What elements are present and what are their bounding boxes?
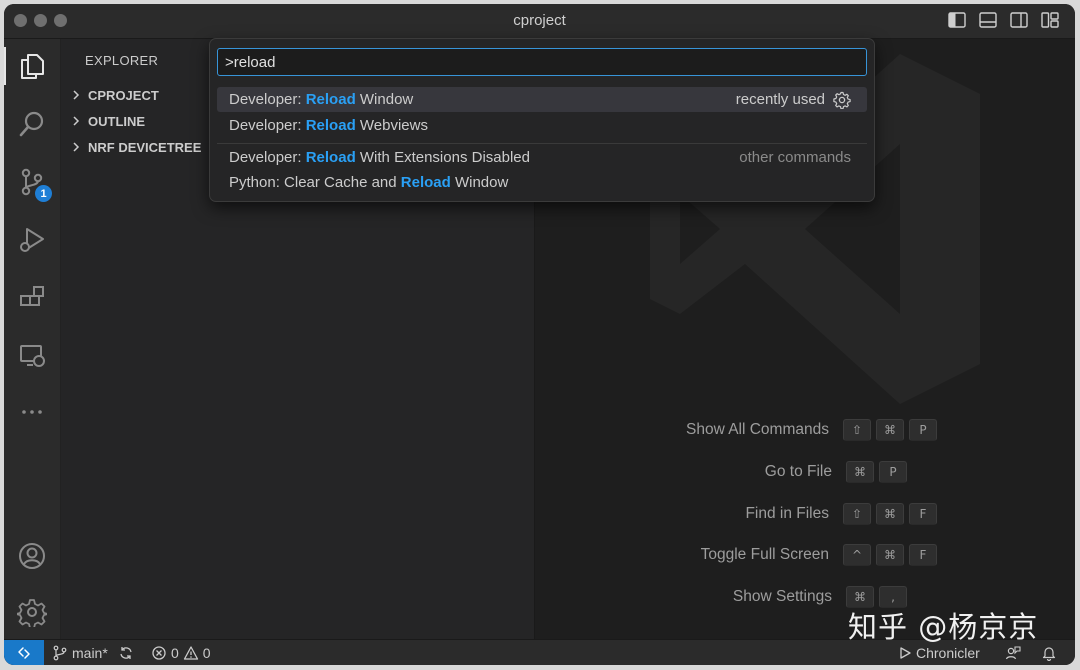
accounts-activity[interactable]: [4, 533, 60, 579]
hint-show-all-commands: Show All Commands ⇧ ⌘ P: [686, 418, 1075, 442]
git-branch-icon: [53, 645, 67, 661]
search-activity[interactable]: [4, 101, 60, 147]
hint-label: Toggle Full Screen: [700, 546, 829, 563]
extensions-icon: [20, 286, 44, 306]
more-icon: [22, 410, 42, 414]
command-palette-input[interactable]: [217, 48, 867, 76]
quick-pick-label: Developer: Reload With Extensions Disabl…: [229, 149, 530, 166]
files-icon: [21, 54, 44, 79]
keycap: ⇧: [843, 503, 871, 525]
quick-pick-item[interactable]: Developer: Reload With Extensions Disabl…: [217, 145, 867, 170]
section-label: NRF DEVICETREE: [88, 139, 202, 155]
section-nrf-devicetree[interactable]: NRF DEVICETREE: [69, 136, 209, 158]
account-icon: [19, 543, 45, 569]
error-count: 0: [171, 645, 179, 661]
keycap: F: [909, 503, 937, 525]
settings-gear-icon: [17, 599, 47, 627]
branch-status[interactable]: main*: [52, 640, 108, 665]
error-icon: [152, 646, 166, 660]
quick-pick-label: Developer: Reload Window: [229, 91, 414, 108]
play-outline-icon: [900, 647, 911, 659]
section-outline[interactable]: OUTLINE: [69, 110, 209, 132]
chronicler-label: Chronicler: [916, 645, 980, 661]
section-label: CPROJECT: [88, 87, 159, 103]
toggle-primary-sidebar-icon[interactable]: [948, 12, 966, 28]
manage-activity[interactable]: [4, 589, 60, 635]
extensions-activity[interactable]: [4, 275, 60, 321]
problems-status[interactable]: 0 0: [151, 640, 211, 665]
keycap: F: [909, 544, 937, 566]
configure-keybinding-gear-icon[interactable]: [833, 91, 851, 109]
explorer-activity[interactable]: [4, 43, 60, 89]
hint-label: Show Settings: [732, 588, 832, 605]
section-label: OUTLINE: [88, 113, 146, 129]
warning-count: 0: [202, 645, 211, 661]
quick-pick-separator: [217, 143, 867, 144]
toggle-secondary-sidebar-icon[interactable]: [1010, 12, 1028, 28]
window-title: cproject: [513, 12, 566, 29]
more-activity[interactable]: [4, 389, 60, 435]
hint-label: Go to File: [764, 463, 832, 480]
keycap: ⌘: [876, 419, 904, 441]
chevron-right-icon: [73, 116, 80, 126]
hint-label: Show All Commands: [685, 421, 829, 438]
keycap: ^: [843, 544, 871, 566]
keycap: P: [879, 461, 907, 483]
search-icon: [19, 111, 44, 137]
remote-explorer-icon: [20, 345, 45, 367]
quick-pick-item[interactable]: Python: Clear Cache and Reload Window: [217, 170, 867, 195]
keycap: ⌘: [876, 544, 904, 566]
recently-used-label: recently used: [735, 91, 825, 108]
other-commands-label: other commands: [739, 149, 851, 166]
quick-pick-label: Python: Clear Cache and Reload Window: [229, 174, 509, 191]
remote-explorer-activity[interactable]: [4, 333, 60, 379]
zhihu-watermark: 知乎 @杨京京: [848, 610, 1039, 644]
source-control-activity[interactable]: 1: [4, 159, 60, 205]
hint-label: Find in Files: [745, 505, 829, 522]
quick-pick-label: Developer: Reload Webviews: [229, 117, 428, 134]
source-control-badge: 1: [35, 185, 52, 202]
warning-icon: [183, 646, 198, 660]
run-debug-icon: [20, 228, 44, 252]
keycap: ⇧: [843, 419, 871, 441]
vscode-window: cproject 1 EXPLORER CPROJECT OUTLINE NRF…: [4, 4, 1075, 665]
chevron-right-icon: [73, 90, 80, 100]
quick-pick-item[interactable]: Developer: Reload Window recently used: [217, 87, 867, 112]
toggle-panel-icon[interactable]: [979, 12, 997, 28]
person-feedback-icon: [1005, 646, 1021, 660]
keycap: ⌘: [846, 461, 874, 483]
sidebar-title: EXPLORER: [85, 53, 159, 68]
title-bar: cproject: [4, 4, 1075, 39]
sync-status[interactable]: [118, 640, 138, 665]
section-cproject[interactable]: CPROJECT: [69, 84, 209, 106]
customize-layout-icon[interactable]: [1041, 12, 1059, 28]
notifications-status[interactable]: [1041, 640, 1061, 665]
activity-bar: 1: [4, 39, 61, 639]
remote-icon: [18, 647, 30, 659]
hint-find-in-files: Find in Files ⇧ ⌘ F: [745, 502, 1075, 526]
chevron-right-icon: [73, 142, 80, 152]
run-debug-activity[interactable]: [4, 217, 60, 263]
hint-toggle-full-screen: Toggle Full Screen ^ ⌘ F: [701, 543, 1075, 567]
remote-indicator[interactable]: [4, 640, 44, 665]
keycap: P: [909, 419, 937, 441]
sync-icon: [120, 647, 132, 659]
keycap: ⌘: [876, 503, 904, 525]
command-palette: Developer: Reload Window recently used D…: [209, 38, 875, 202]
branch-name: main*: [72, 645, 108, 661]
bell-icon: [1042, 647, 1056, 661]
hint-go-to-file: Go to File ⌘ P: [765, 460, 1075, 484]
quick-pick-item[interactable]: Developer: Reload Webviews: [217, 113, 867, 138]
